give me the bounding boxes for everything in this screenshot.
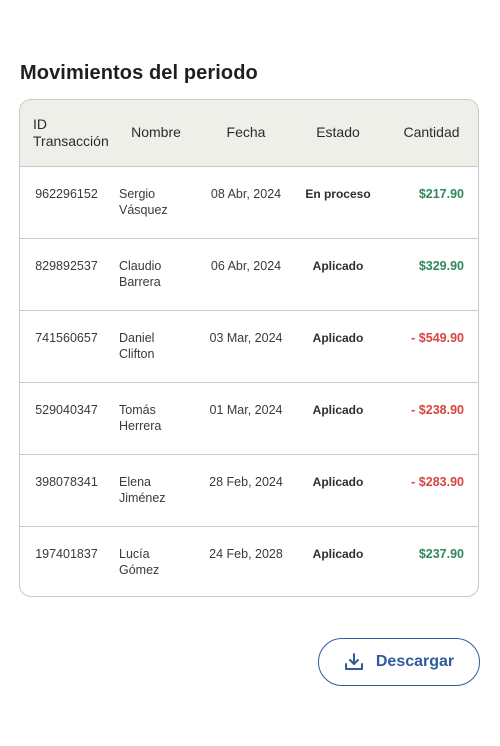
table-row: 398078341 Elena Jiménez 28 Feb, 2024 Aplica… xyxy=(20,453,478,526)
table-row: 529040347 Tomás Herrera 01 Mar, 2024 Aplica… xyxy=(20,381,478,454)
transaction-amount: - $283.90 xyxy=(383,453,478,526)
customer-name: Sergio Vásquez xyxy=(119,186,168,217)
table-row: 829892537 Claudio Barrera 06 Abr, 2024 Apli… xyxy=(20,237,478,310)
transaction-status: En proceso xyxy=(305,186,371,201)
transaction-amount: - $238.90 xyxy=(383,381,478,454)
transaction-amount: - $549.90 xyxy=(383,309,478,382)
transaction-amount: $217.90 xyxy=(418,186,464,201)
download-button-label: Descargar xyxy=(375,653,455,670)
customer-name: Lucía Gómez xyxy=(113,525,199,596)
transaction-id: 741560657 xyxy=(20,309,113,382)
transaction-date: 06 Abr, 2024 xyxy=(199,237,293,310)
transaction-id: 197401837 xyxy=(20,525,113,596)
table-header: ID Transacción Nombre Fecha Estado Canti… xyxy=(20,100,478,167)
table-row: 741560657 Daniel Clifton 03 Mar, 2024 Aplic… xyxy=(20,309,478,382)
transaction-id: 529040347 xyxy=(20,381,113,454)
transaction-date: 28 Feb, 2024 xyxy=(199,453,293,526)
column-header-date: Fecha xyxy=(199,100,293,167)
transaction-date: 24 Feb, 2028 xyxy=(199,525,293,596)
transaction-amount: $237.90 xyxy=(383,525,478,596)
table-row: 197401837 Lucía Gómez 24 Feb, 2028 Aplicado… xyxy=(20,525,478,596)
column-header-amount: Cantidad xyxy=(383,100,478,167)
column-header-status: Estado xyxy=(293,100,383,167)
customer-name: Elena Jiménez xyxy=(113,453,199,526)
transaction-date: 01 Mar, 2024 xyxy=(199,381,293,454)
transaction-date: 03 Mar, 2024 xyxy=(199,309,293,382)
transactions-table-container: ID Transacción Nombre Fecha Estado Canti… xyxy=(19,99,479,597)
transaction-date: 08 Abr, 2024 xyxy=(210,186,282,201)
transaction-status: Aplicado xyxy=(293,381,383,454)
transaction-status: Aplicado xyxy=(293,237,383,310)
download-icon xyxy=(344,652,364,672)
page-title: Movimientos del periodo xyxy=(20,62,258,84)
column-header-name: Nombre xyxy=(113,100,199,167)
table-row: 962296152 Sergio Vásquez 08 Abr, 2024 En pr… xyxy=(20,166,478,238)
customer-name: Daniel Clifton xyxy=(113,309,199,382)
transaction-amount: $329.90 xyxy=(383,237,478,310)
transaction-status: Aplicado xyxy=(293,453,383,526)
transactions-table: ID Transacción Nombre Fecha Estado Canti… xyxy=(20,100,478,596)
customer-name: Tomás Herrera xyxy=(113,381,199,454)
table-body: 962296152 Sergio Vásquez 08 Abr, 2024 En pr… xyxy=(20,166,478,596)
transaction-id: 962296152 xyxy=(35,186,98,201)
transaction-status: Aplicado xyxy=(293,525,383,596)
download-button[interactable]: Descargar xyxy=(318,638,480,686)
transaction-status: Aplicado xyxy=(293,309,383,382)
transaction-id: 398078341 xyxy=(20,453,113,526)
transaction-id: 829892537 xyxy=(20,237,113,310)
table-header-row: ID Transacción Nombre Fecha Estado Canti… xyxy=(20,100,478,167)
customer-name: Claudio Barrera xyxy=(113,237,199,310)
column-header-id: ID Transacción xyxy=(20,100,113,167)
